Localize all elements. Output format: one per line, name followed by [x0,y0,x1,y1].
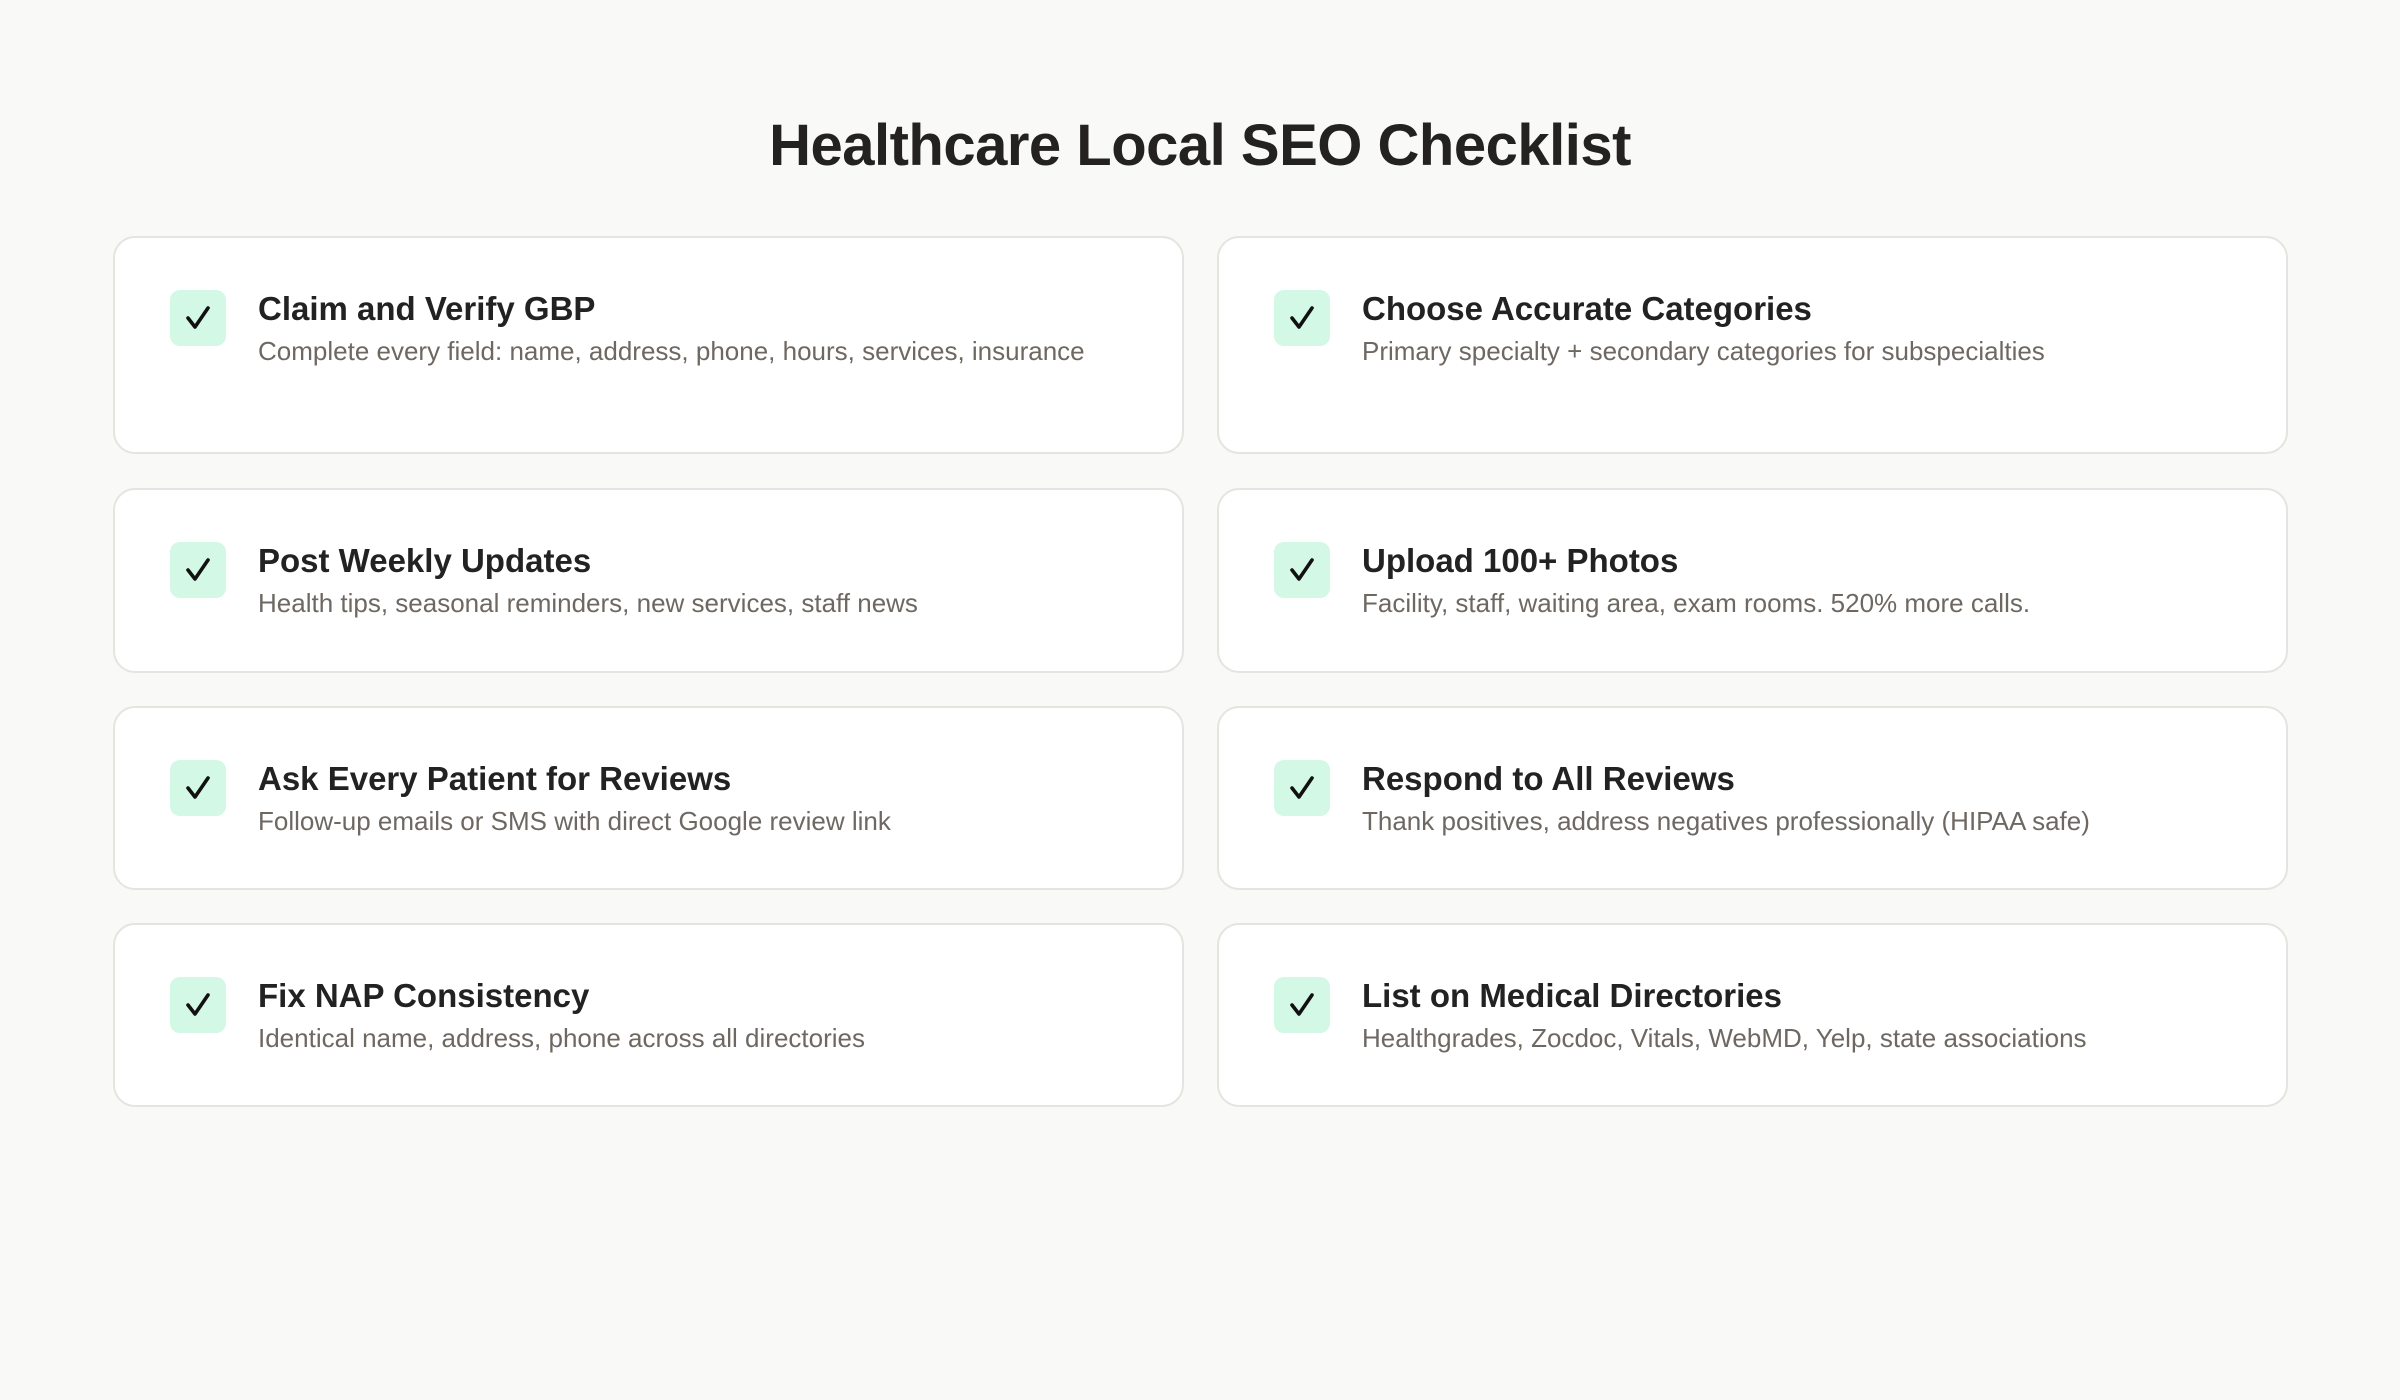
page: Healthcare Local SEO Checklist Claim and… [0,0,2400,1400]
checklist-item-title: Claim and Verify GBP [258,290,596,327]
checklist-item-description: Complete every field: name, address, pho… [258,336,1085,366]
checklist-item-description: Facility, staff, waiting area, exam room… [1362,588,2031,618]
checklist-item-title: Post Weekly Updates [258,542,592,579]
check-icon [1274,542,1330,598]
checklist-item-claim-verify-gbp: Claim and Verify GBP Complete every fiel… [113,236,1184,454]
checklist-item-text: Respond to All Reviews Thank positives, … [1362,758,2246,839]
checklist-item-respond-reviews: Respond to All Reviews Thank positives, … [1217,706,2288,890]
check-icon [170,290,226,346]
checklist-item-description: Healthgrades, Zocdoc, Vitals, WebMD, Yel… [1362,1023,2087,1053]
check-icon [1274,977,1330,1033]
check-icon [170,977,226,1033]
check-icon [170,542,226,598]
checklist-item-text: List on Medical Directories Healthgrades… [1362,975,2246,1056]
checklist-item-upload-photos: Upload 100+ Photos Facility, staff, wait… [1217,488,2288,673]
checklist-item-ask-reviews: Ask Every Patient for Reviews Follow-up … [113,706,1184,890]
check-icon [170,760,226,816]
checklist-item-text: Choose Accurate Categories Primary speci… [1362,288,2246,369]
checklist-item-description: Primary specialty + secondary categories… [1362,336,2045,366]
checklist-item-title: Upload 100+ Photos [1362,542,1679,579]
check-icon [1274,290,1330,346]
checklist-item-text: Upload 100+ Photos Facility, staff, wait… [1362,540,2246,621]
checklist-item-title: Respond to All Reviews [1362,760,1735,797]
check-icon [1274,760,1330,816]
checklist-item-description: Health tips, seasonal reminders, new ser… [258,588,918,618]
checklist-item-text: Ask Every Patient for Reviews Follow-up … [258,758,1142,839]
checklist-item-description: Identical name, address, phone across al… [258,1023,865,1053]
checklist-item-description: Follow-up emails or SMS with direct Goog… [258,806,891,836]
checklist-item-text: Claim and Verify GBP Complete every fiel… [258,288,1142,369]
checklist-item-text: Post Weekly Updates Health tips, seasona… [258,540,1142,621]
checklist-item-title: List on Medical Directories [1362,977,1782,1014]
checklist-item-description: Thank positives, address negatives profe… [1362,806,2090,836]
checklist-item-choose-categories: Choose Accurate Categories Primary speci… [1217,236,2288,454]
checklist-item-title: Choose Accurate Categories [1362,290,1812,327]
checklist-item-weekly-updates: Post Weekly Updates Health tips, seasona… [113,488,1184,673]
checklist-item-nap-consistency: Fix NAP Consistency Identical name, addr… [113,923,1184,1107]
checklist-item-title: Ask Every Patient for Reviews [258,760,732,797]
checklist-item-medical-directories: List on Medical Directories Healthgrades… [1217,923,2288,1107]
checklist-grid: Claim and Verify GBP Complete every fiel… [113,236,2288,1107]
page-title: Healthcare Local SEO Checklist [769,113,1631,178]
checklist-item-title: Fix NAP Consistency [258,977,590,1014]
checklist-item-text: Fix NAP Consistency Identical name, addr… [258,975,1142,1056]
